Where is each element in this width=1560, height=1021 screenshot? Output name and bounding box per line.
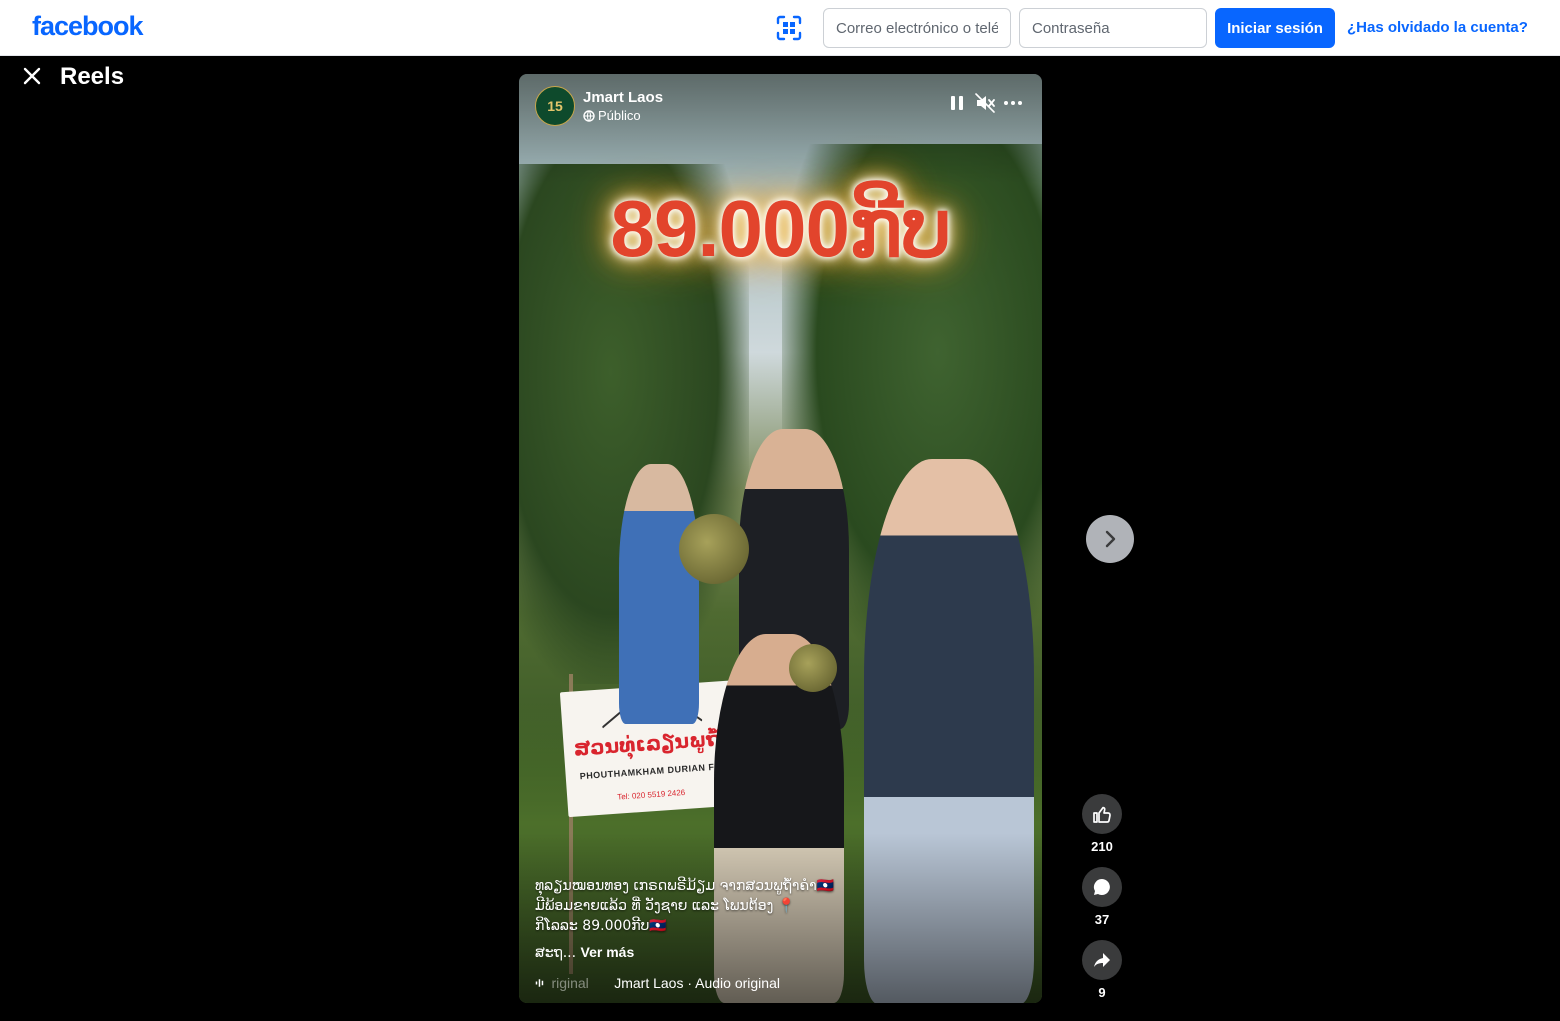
durian-fruit <box>789 644 837 692</box>
like-button[interactable] <box>1082 794 1122 834</box>
globe-icon <box>583 109 595 122</box>
next-reel-button[interactable] <box>1086 515 1134 563</box>
author-name[interactable]: Jmart Laos <box>583 89 663 106</box>
comment-button[interactable] <box>1082 867 1122 907</box>
privacy-text: Público <box>598 108 641 123</box>
password-field[interactable] <box>1019 8 1207 48</box>
audio-track[interactable]: riginal Jmart Laos · Audio original <box>535 973 780 993</box>
reel-caption: ທຸລຽນໝອນທອງ ເກຣດພຣີມ້ຽມ ຈາກສວນພູຖ້ຳຄຳ🇱🇦 … <box>535 876 865 936</box>
author-avatar[interactable]: 15 <box>535 86 575 126</box>
share-count: 9 <box>1098 985 1106 1000</box>
caption-line: ກິໂລລະ 89.000ກີບ🇱🇦 <box>535 918 667 934</box>
see-more-link[interactable]: Ver más <box>581 944 635 960</box>
close-icon[interactable] <box>18 62 46 90</box>
pause-icon[interactable] <box>946 92 968 114</box>
share-button[interactable] <box>1082 940 1122 980</box>
muted-speaker-icon[interactable] <box>974 92 996 114</box>
qr-scan-icon[interactable] <box>775 14 803 42</box>
caption-tail: ສະຖ... <box>535 945 577 961</box>
comment-count: 37 <box>1094 912 1110 927</box>
sign-lao-text: ສວນທຸ່ເລຽນພູຖ້ຳ <box>572 725 735 761</box>
share-arrow-icon <box>1094 953 1110 967</box>
reel-video[interactable]: ສວນທຸ່ເລຽນພູຖ້ຳ PHOUTHAMKHAM DURIAN FARM… <box>519 74 1042 1003</box>
audio-title-faded: riginal <box>551 975 589 991</box>
privacy-label: Público <box>583 108 641 123</box>
like-count: 210 <box>1091 839 1113 854</box>
sign-phone: Tel: 020 5519 2426 <box>616 787 686 802</box>
audio-title: Jmart Laos · Audio original <box>614 975 780 991</box>
durian-fruit <box>679 514 749 584</box>
reels-title: Reels <box>60 63 125 90</box>
login-button[interactable]: Iniciar sesión <box>1215 8 1335 48</box>
more-options-icon[interactable] <box>1002 92 1024 114</box>
audio-wave-icon <box>535 979 544 987</box>
comment-bubble-icon <box>1093 878 1110 895</box>
caption-truncated: ສະຖ... Ver más <box>535 944 634 961</box>
chevron-right-icon <box>1105 530 1116 548</box>
person-woman-left <box>619 464 699 724</box>
price-overlay: 89.000ກີບ <box>610 184 951 273</box>
thumbs-up-icon <box>1093 806 1111 823</box>
caption-line: ທຸລຽນໝອນທອງ ເກຣດພຣີມ້ຽມ ຈາກສວນພູຖ້ຳຄຳ🇱🇦 <box>535 878 835 894</box>
sign-english-text: PHOUTHAMKHAM DURIAN FARM <box>579 760 737 782</box>
forgot-account-link[interactable]: ¿Has olvidado la cuenta? <box>1347 19 1528 36</box>
email-field[interactable] <box>823 8 1011 48</box>
top-bar: facebook Iniciar sesión ¿Has olvidado la… <box>0 0 1560 56</box>
facebook-logo[interactable]: facebook <box>32 11 144 42</box>
caption-line: ມີພ້ອມຂາຍແລ້ວ ທີ່ ວັງຊາຍ ແລະ ໂພນຕ້ອງ 📍 <box>535 898 796 914</box>
